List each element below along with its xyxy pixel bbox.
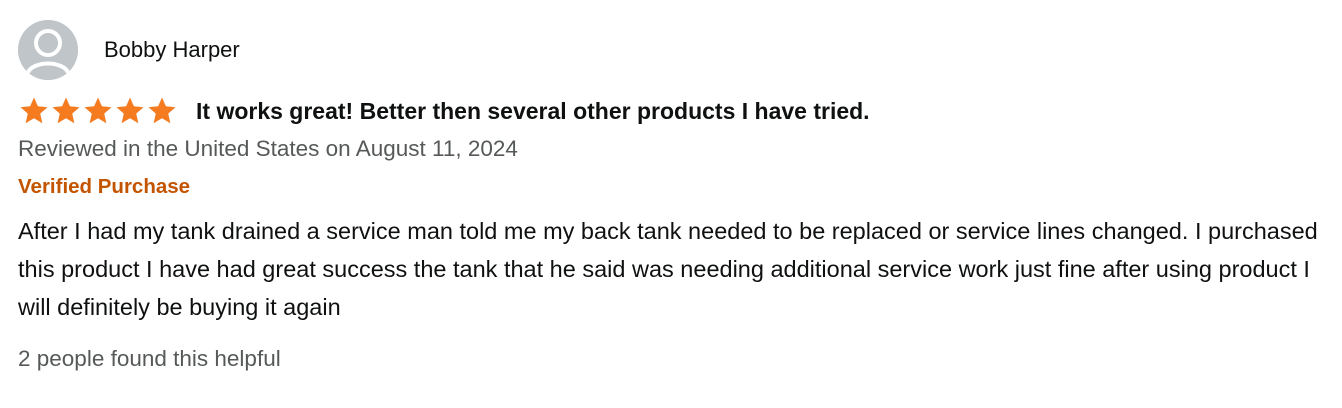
user-avatar-icon[interactable] xyxy=(18,20,78,80)
reviewer-profile[interactable]: Bobby Harper xyxy=(18,20,1328,80)
review-body: After I had my tank drained a service ma… xyxy=(18,218,1318,320)
star-icon xyxy=(82,96,114,126)
reviewer-name[interactable]: Bobby Harper xyxy=(104,36,240,64)
review-title-row: It works great! Better then several othe… xyxy=(18,96,1328,126)
customer-review: Bobby Harper It works great! Better then… xyxy=(18,20,1328,374)
star-icon xyxy=(50,96,82,126)
review-date: Reviewed in the United States on August … xyxy=(18,136,518,161)
star-icon xyxy=(18,96,50,126)
star-icon xyxy=(146,96,178,126)
star-icon xyxy=(114,96,146,126)
star-rating[interactable] xyxy=(18,96,178,126)
verified-purchase-badge: Verified Purchase xyxy=(18,175,191,198)
review-title[interactable]: It works great! Better then several othe… xyxy=(196,96,870,126)
helpful-count: 2 people found this helpful xyxy=(18,346,281,371)
